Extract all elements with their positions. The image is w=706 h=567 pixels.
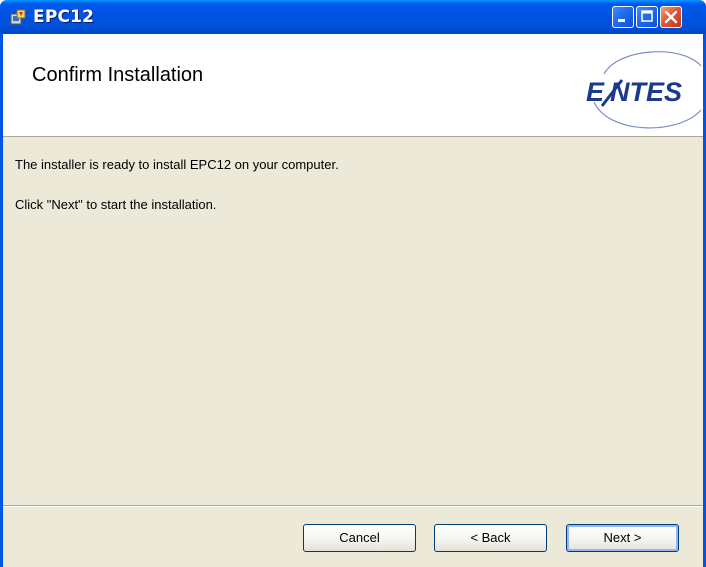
installer-window: EPC12 Confirm Installation E NTES The in… xyxy=(0,0,706,567)
minimize-button[interactable] xyxy=(612,6,634,28)
ready-message: The installer is ready to install EPC12 … xyxy=(15,157,339,172)
svg-text:E: E xyxy=(586,77,605,107)
cancel-button[interactable]: Cancel xyxy=(303,524,416,552)
close-button[interactable] xyxy=(660,6,682,28)
header-banner: Confirm Installation E NTES xyxy=(3,34,703,137)
back-button[interactable]: < Back xyxy=(434,524,547,552)
svg-text:NTES: NTES xyxy=(610,77,682,107)
next-button[interactable]: Next > xyxy=(566,524,679,552)
page-title: Confirm Installation xyxy=(32,64,204,86)
dialog-body: Confirm Installation E NTES The installe… xyxy=(3,34,703,567)
entes-logo: E NTES xyxy=(582,40,703,134)
installer-icon xyxy=(9,8,27,26)
close-icon xyxy=(661,10,681,31)
separator-highlight xyxy=(3,506,703,507)
window-title: EPC12 xyxy=(33,7,95,27)
instruction-message: Click "Next" to start the installation. xyxy=(15,197,217,212)
maximize-button[interactable] xyxy=(636,6,658,28)
maximize-icon xyxy=(637,10,657,31)
minimize-icon xyxy=(613,14,633,31)
title-bar[interactable]: EPC12 xyxy=(0,0,706,34)
